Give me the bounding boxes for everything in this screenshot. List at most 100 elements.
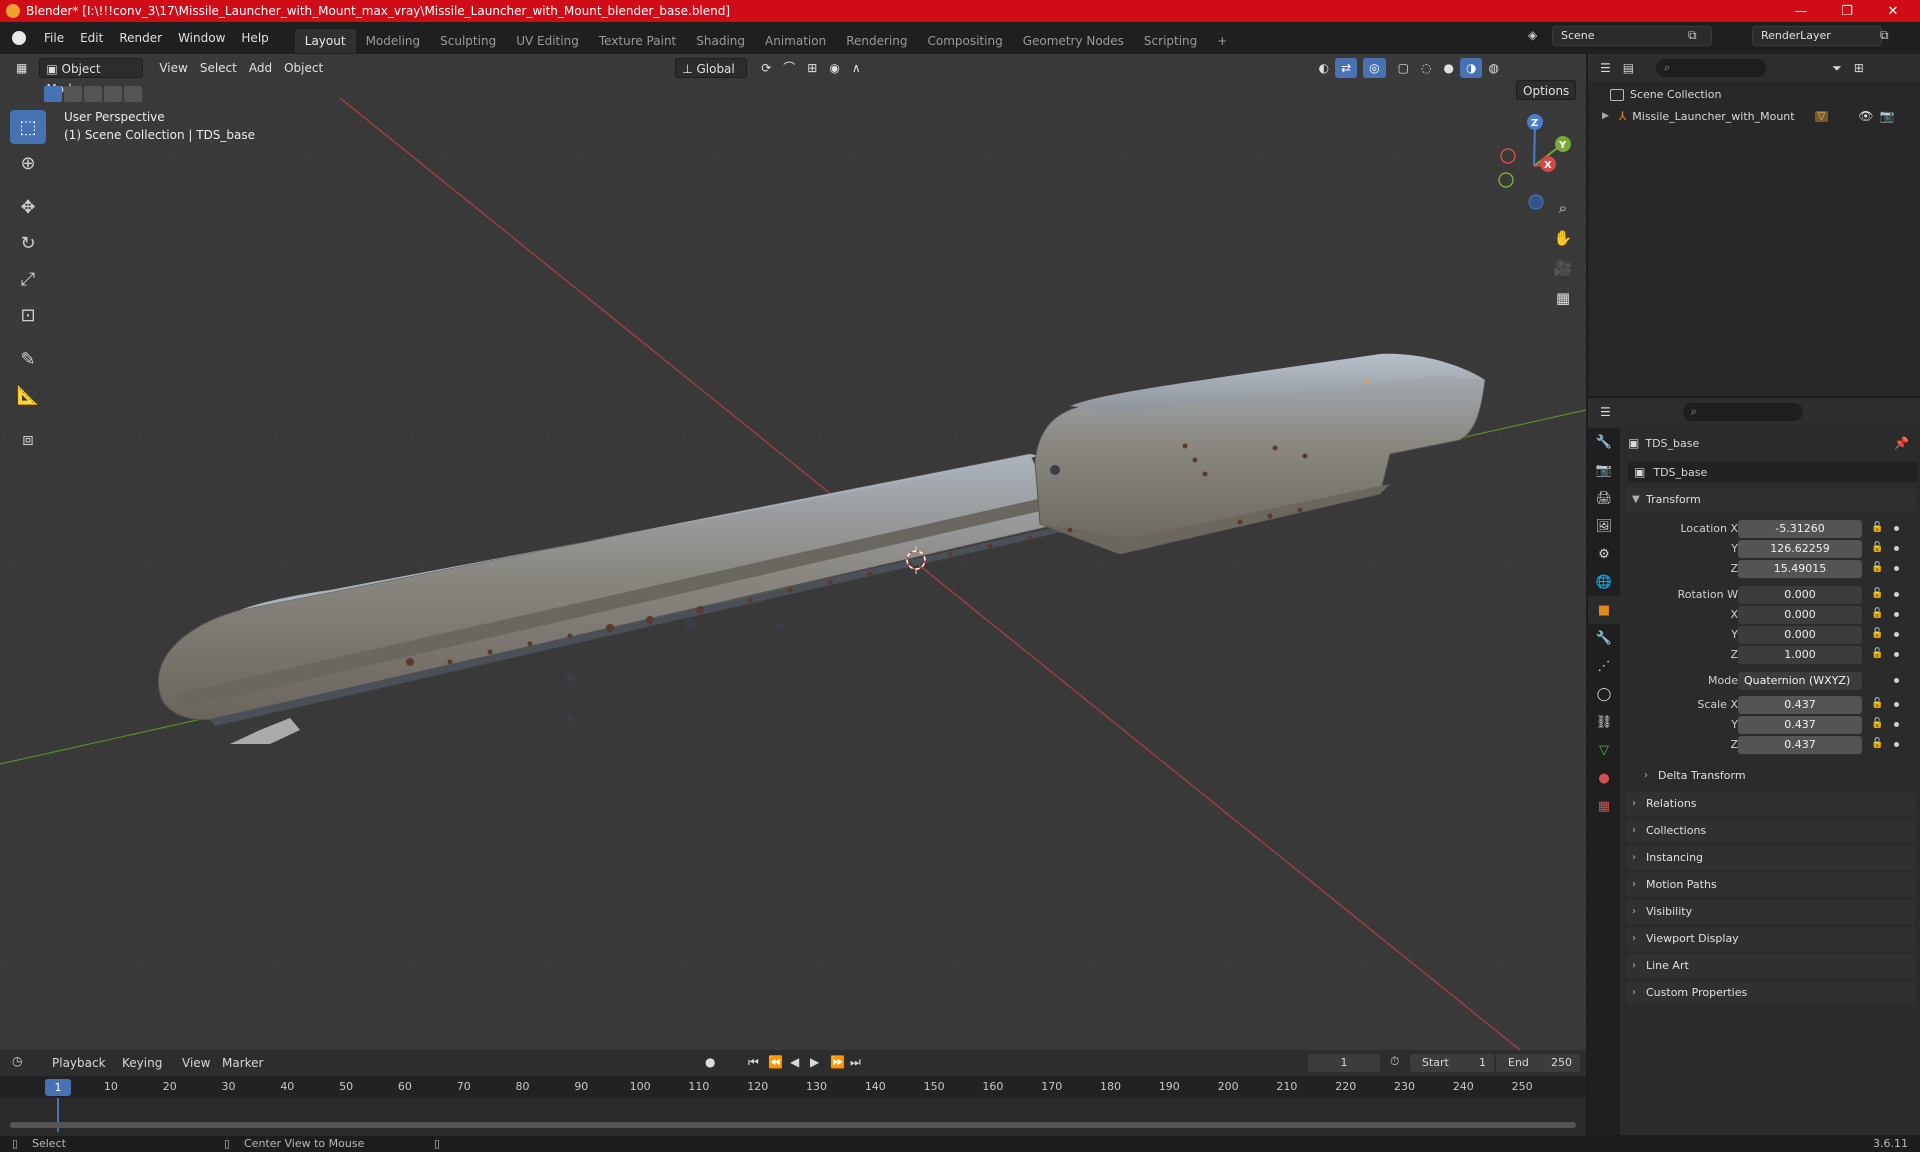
timeline-ruler[interactable]: 1 10 20 30 40 50 60 70 80 90 100 110 120 130 140 150 160… [0, 1076, 1586, 1098]
properties-editor-icon[interactable]: ☰ [1600, 405, 1611, 419]
current-frame-marker[interactable]: 1 [45, 1079, 71, 1096]
ortho-grid-icon[interactable]: ▦ [1549, 284, 1577, 312]
transform-panel-header[interactable]: ▼ Transform [1626, 488, 1916, 512]
prev-keyframe-icon[interactable]: ⏪ [768, 1055, 783, 1069]
expand-chevron-icon[interactable]: ▶ [1602, 111, 1609, 121]
3d-viewport[interactable]: Z Y X ▦ ▣ Object Mode View Select Add Ob… [0, 54, 1586, 1050]
zoom-icon[interactable]: ⌕ [1549, 194, 1577, 222]
rotate-tool-icon[interactable]: ↻ [10, 226, 46, 260]
play-icon[interactable]: ▶ [810, 1055, 819, 1069]
mode-selector[interactable]: ▣ Object Mode [39, 58, 144, 96]
cursor-tool-icon[interactable]: ⊕ [10, 146, 46, 180]
camera-render-icon[interactable]: 📷 [1880, 109, 1895, 123]
outliner-item[interactable]: ▶ ⅄ Missile_Launcher_with_Mount ▽ 👁 📷 [1602, 106, 1912, 126]
select-invert-icon[interactable] [104, 86, 122, 102]
keyframe-dot-icon[interactable] [1894, 722, 1899, 727]
select-intersect-icon[interactable] [124, 86, 142, 102]
maximize-button[interactable]: ❐ [1824, 0, 1870, 22]
add-workspace-button[interactable]: + [1207, 29, 1237, 53]
tab-animation[interactable]: Animation [755, 29, 836, 53]
keyframe-dot-icon[interactable] [1894, 526, 1899, 531]
instancing-panel-header[interactable]: › Instancing [1626, 846, 1916, 870]
select-new-icon[interactable] [44, 86, 62, 102]
timeline-scrollbar[interactable] [10, 1122, 1576, 1128]
keyframe-dot-icon[interactable] [1894, 702, 1899, 707]
new-collection-icon[interactable]: ⊞ [1854, 61, 1864, 75]
outliner-editor-icon[interactable]: ☰ [1600, 61, 1611, 75]
location-x-field[interactable]: -5.31260 [1738, 520, 1862, 538]
camera-view-icon[interactable]: 🎥 [1549, 254, 1577, 282]
delta-transform-header[interactable]: › Delta Transform [1638, 764, 1916, 788]
add-cube-tool-icon[interactable]: ⧈ [10, 422, 46, 456]
lock-icon[interactable]: 🔓 [1871, 562, 1883, 574]
material-tab-icon[interactable]: ● [1588, 764, 1620, 792]
play-reverse-icon[interactable]: ◀ [790, 1055, 799, 1069]
relations-panel-header[interactable]: › Relations [1626, 792, 1916, 816]
scene-collection-row[interactable]: Scene Collection [1610, 88, 1721, 101]
modifier-icon[interactable]: ▽ [1814, 110, 1829, 122]
menu-marker[interactable]: Marker [222, 1056, 263, 1070]
keyframe-dot-icon[interactable] [1894, 566, 1899, 571]
lock-icon[interactable]: 🔓 [1871, 738, 1883, 750]
visibility-icon[interactable]: ◐ [1313, 58, 1335, 78]
keyframe-dot-icon[interactable] [1894, 652, 1899, 657]
menu-playback[interactable]: Playback [52, 1056, 106, 1070]
tab-modeling[interactable]: Modeling [356, 29, 431, 53]
outliner-search-input[interactable]: ⌕ [1656, 59, 1767, 77]
menu-file[interactable]: File [36, 22, 72, 54]
keyframe-dot-icon[interactable] [1894, 592, 1899, 597]
overlay-toggle-icon[interactable]: ◎ [1363, 58, 1386, 78]
tab-scripting[interactable]: Scripting [1134, 29, 1207, 53]
tab-rendering[interactable]: Rendering [836, 29, 917, 53]
tab-uv-editing[interactable]: UV Editing [506, 29, 589, 53]
rotation-z-field[interactable]: 1.000 [1738, 646, 1862, 664]
line-art-panel-header[interactable]: › Line Art [1626, 954, 1916, 978]
snap-target-icon[interactable]: ⊞ [801, 58, 823, 78]
proportional-edit-icon[interactable]: ◉ [823, 58, 845, 78]
lock-icon[interactable]: 🔓 [1871, 648, 1883, 660]
rotation-mode-dropdown[interactable]: Quaternion (WXYZ) [1738, 672, 1862, 690]
tool-tab-icon[interactable]: 🔧 [1588, 428, 1620, 456]
jump-start-icon[interactable]: ⏮ [748, 1055, 759, 1070]
display-mode-icon[interactable]: ▤ [1623, 61, 1634, 75]
menu-view[interactable]: View [153, 58, 193, 78]
menu-help[interactable]: Help [233, 22, 276, 54]
scale-z-field[interactable]: 0.437 [1738, 736, 1862, 754]
keyframe-dot-icon[interactable] [1894, 742, 1899, 747]
menu-keying[interactable]: Keying [122, 1056, 162, 1070]
wireframe-shading-icon[interactable]: ◌ [1415, 58, 1437, 78]
keyframe-dot-icon[interactable] [1894, 632, 1899, 637]
render-tab-icon[interactable]: 📷 [1588, 456, 1620, 484]
tab-layout[interactable]: Layout [294, 29, 356, 53]
material-shading-icon[interactable]: ◑ [1459, 58, 1483, 78]
menu-add[interactable]: Add [243, 58, 278, 78]
select-extend-icon[interactable] [64, 86, 82, 102]
lock-icon[interactable]: 🔓 [1871, 522, 1883, 534]
menu-object[interactable]: Object [278, 58, 329, 78]
solid-shading-icon[interactable]: ● [1437, 58, 1459, 78]
stopwatch-icon[interactable]: ⏱ [1390, 1054, 1399, 1069]
rotation-w-field[interactable]: 0.000 [1738, 586, 1862, 604]
minimize-button[interactable]: — [1778, 0, 1824, 22]
select-subtract-icon[interactable] [84, 86, 102, 102]
output-tab-icon[interactable]: 🖨 [1588, 484, 1620, 512]
pan-hand-icon[interactable]: ✋ [1549, 224, 1577, 252]
collections-panel-header[interactable]: › Collections [1626, 819, 1916, 843]
measure-tool-icon[interactable]: 📐 [10, 378, 46, 412]
viewport-display-panel-header[interactable]: › Viewport Display [1626, 927, 1916, 951]
transform-orientation-selector[interactable]: ⊥ Global [675, 58, 748, 78]
scale-y-field[interactable]: 0.437 [1738, 716, 1862, 734]
start-frame-field[interactable]: Start 1 [1410, 1054, 1494, 1072]
blender-menu-icon[interactable] [12, 31, 26, 45]
pivot-icon[interactable]: ⟳ [755, 58, 777, 78]
menu-window[interactable]: Window [170, 22, 233, 54]
close-button[interactable]: ✕ [1870, 0, 1916, 22]
lock-icon[interactable]: 🔓 [1871, 542, 1883, 554]
tab-shading[interactable]: Shading [686, 29, 755, 53]
new-scene-icon[interactable]: ⧉ [1688, 28, 1697, 43]
select-box-tool-icon[interactable]: ⬚ [10, 110, 46, 144]
tab-compositing[interactable]: Compositing [917, 29, 1012, 53]
end-frame-field[interactable]: End 250 [1496, 1054, 1580, 1072]
tab-geometry-nodes[interactable]: Geometry Nodes [1013, 29, 1134, 53]
tab-texture-paint[interactable]: Texture Paint [589, 29, 686, 53]
